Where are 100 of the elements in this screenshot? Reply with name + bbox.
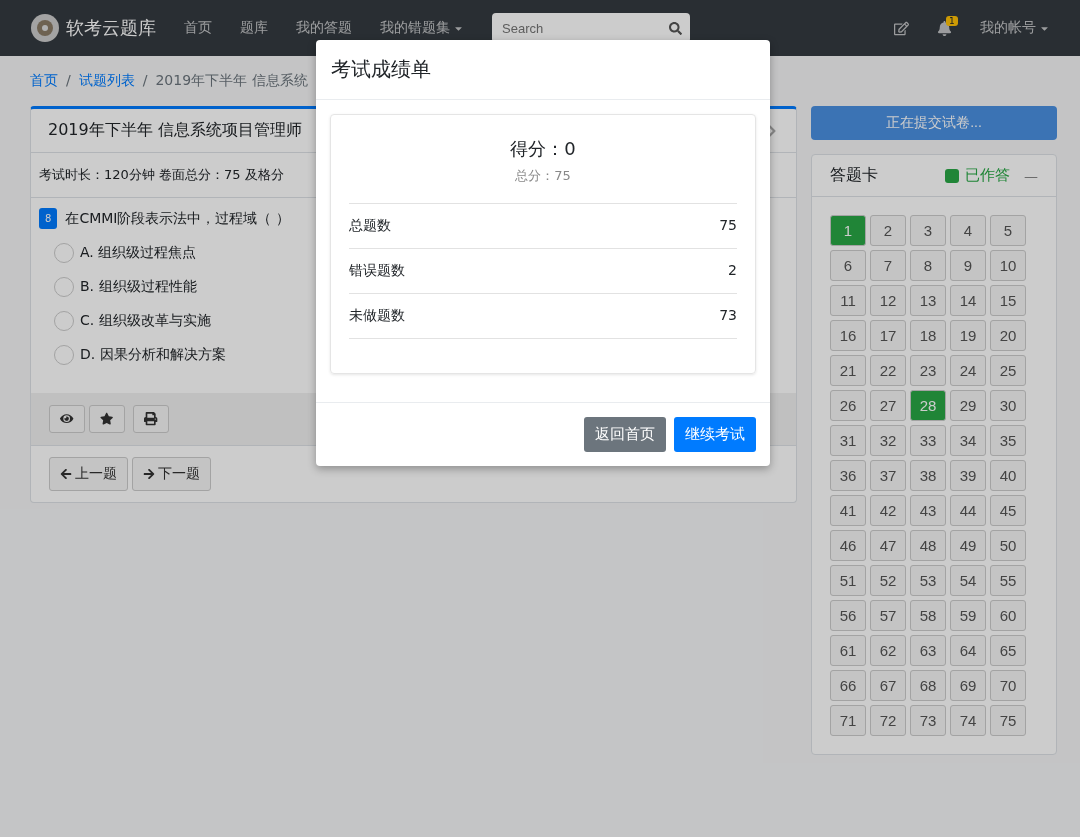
question-number-button[interactable]: 42 <box>870 495 906 526</box>
question-number-button[interactable]: 22 <box>870 355 906 386</box>
radio-button[interactable] <box>54 277 74 297</box>
question-number-button[interactable]: 30 <box>990 390 1026 421</box>
question-number-button[interactable]: 65 <box>990 635 1026 666</box>
question-number-button[interactable]: 27 <box>870 390 906 421</box>
question-number-button[interactable]: 40 <box>990 460 1026 491</box>
question-number-button[interactable]: 3 <box>910 215 946 246</box>
question-number-button[interactable]: 31 <box>830 425 866 456</box>
question-number-button[interactable]: 73 <box>910 705 946 736</box>
option-label[interactable]: B. 组织级过程性能 <box>80 278 197 296</box>
question-number-button[interactable]: 39 <box>950 460 986 491</box>
question-number-button[interactable]: 67 <box>870 670 906 701</box>
question-number-button[interactable]: 75 <box>990 705 1026 736</box>
continue-button[interactable]: 继续考试 <box>674 417 756 452</box>
question-number-button[interactable]: 20 <box>990 320 1026 351</box>
question-number-button[interactable]: 51 <box>830 565 866 596</box>
question-number-button[interactable]: 23 <box>910 355 946 386</box>
question-number-button[interactable]: 19 <box>950 320 986 351</box>
question-number-button[interactable]: 74 <box>950 705 986 736</box>
eye-button[interactable] <box>49 405 85 433</box>
question-number-button[interactable]: 18 <box>910 320 946 351</box>
question-number-button[interactable]: 26 <box>830 390 866 421</box>
question-number-button[interactable]: 66 <box>830 670 866 701</box>
question-number-button[interactable]: 43 <box>910 495 946 526</box>
question-number-button[interactable]: 52 <box>870 565 906 596</box>
question-number-button[interactable]: 58 <box>910 600 946 631</box>
question-number-button[interactable]: 29 <box>950 390 986 421</box>
prev-button[interactable]: 上一题 <box>49 457 128 491</box>
search-icon[interactable] <box>669 21 682 35</box>
question-number-button[interactable]: 60 <box>990 600 1026 631</box>
question-number-button[interactable]: 63 <box>910 635 946 666</box>
breadcrumb-link[interactable]: 首页 <box>30 72 58 90</box>
question-number-button[interactable]: 70 <box>990 670 1026 701</box>
question-number-button[interactable]: 46 <box>830 530 866 561</box>
question-number-button[interactable]: 44 <box>950 495 986 526</box>
question-number-button[interactable]: 54 <box>950 565 986 596</box>
account-menu[interactable]: 我的帐号 <box>980 19 1050 37</box>
collapse-button[interactable]: — <box>1024 167 1038 184</box>
question-number-button[interactable]: 28 <box>910 390 946 421</box>
question-number-button[interactable]: 25 <box>990 355 1026 386</box>
edit-icon[interactable] <box>894 20 909 36</box>
question-number-button[interactable]: 59 <box>950 600 986 631</box>
question-number-button[interactable]: 4 <box>950 215 986 246</box>
radio-button[interactable] <box>54 311 74 331</box>
question-number-button[interactable]: 72 <box>870 705 906 736</box>
question-number-button[interactable]: 7 <box>870 250 906 281</box>
search-field[interactable]: Search <box>492 13 690 43</box>
question-number-button[interactable]: 47 <box>870 530 906 561</box>
submit-button[interactable]: 正在提交试卷... <box>811 106 1057 140</box>
search-input[interactable]: Search <box>500 19 650 37</box>
next-button[interactable]: 下一题 <box>132 457 211 491</box>
question-number-button[interactable]: 17 <box>870 320 906 351</box>
question-number-button[interactable]: 68 <box>910 670 946 701</box>
option-label[interactable]: C. 组织级改革与实施 <box>80 312 211 330</box>
question-number-button[interactable]: 37 <box>870 460 906 491</box>
question-number-button[interactable]: 34 <box>950 425 986 456</box>
question-number-button[interactable]: 10 <box>990 250 1026 281</box>
question-number-button[interactable]: 33 <box>910 425 946 456</box>
question-number-button[interactable]: 57 <box>870 600 906 631</box>
question-number-button[interactable]: 13 <box>910 285 946 316</box>
question-number-button[interactable]: 41 <box>830 495 866 526</box>
nav-link[interactable]: 我的错题集 <box>380 19 464 37</box>
option-label[interactable]: D. 因果分析和解决方案 <box>80 346 226 364</box>
question-number-button[interactable]: 35 <box>990 425 1026 456</box>
brand-name[interactable]: 软考云题库 <box>66 16 156 40</box>
question-number-button[interactable]: 64 <box>950 635 986 666</box>
question-number-button[interactable]: 45 <box>990 495 1026 526</box>
radio-button[interactable] <box>54 243 74 263</box>
option-label[interactable]: A. 组织级过程焦点 <box>80 244 197 262</box>
star-button[interactable] <box>89 405 125 433</box>
question-number-button[interactable]: 12 <box>870 285 906 316</box>
radio-button[interactable] <box>54 345 74 365</box>
question-number-button[interactable]: 56 <box>830 600 866 631</box>
bell-icon[interactable] <box>937 20 952 36</box>
question-number-button[interactable]: 16 <box>830 320 866 351</box>
question-number-button[interactable]: 50 <box>990 530 1026 561</box>
question-number-button[interactable]: 32 <box>870 425 906 456</box>
nav-link[interactable]: 我的答题 <box>296 19 352 37</box>
question-number-button[interactable]: 38 <box>910 460 946 491</box>
question-number-button[interactable]: 5 <box>990 215 1026 246</box>
question-number-button[interactable]: 2 <box>870 215 906 246</box>
question-number-button[interactable]: 1 <box>830 215 866 246</box>
question-number-button[interactable]: 24 <box>950 355 986 386</box>
question-number-button[interactable]: 71 <box>830 705 866 736</box>
question-number-button[interactable]: 49 <box>950 530 986 561</box>
question-number-button[interactable]: 6 <box>830 250 866 281</box>
question-number-button[interactable]: 15 <box>990 285 1026 316</box>
nav-link[interactable]: 首页 <box>184 19 212 37</box>
question-number-button[interactable]: 9 <box>950 250 986 281</box>
print-button[interactable] <box>133 405 169 433</box>
question-number-button[interactable]: 53 <box>910 565 946 596</box>
question-number-button[interactable]: 8 <box>910 250 946 281</box>
question-number-button[interactable]: 61 <box>830 635 866 666</box>
question-number-button[interactable]: 62 <box>870 635 906 666</box>
question-number-button[interactable]: 55 <box>990 565 1026 596</box>
question-number-button[interactable]: 36 <box>830 460 866 491</box>
question-number-button[interactable]: 69 <box>950 670 986 701</box>
question-number-button[interactable]: 48 <box>910 530 946 561</box>
question-number-button[interactable]: 14 <box>950 285 986 316</box>
